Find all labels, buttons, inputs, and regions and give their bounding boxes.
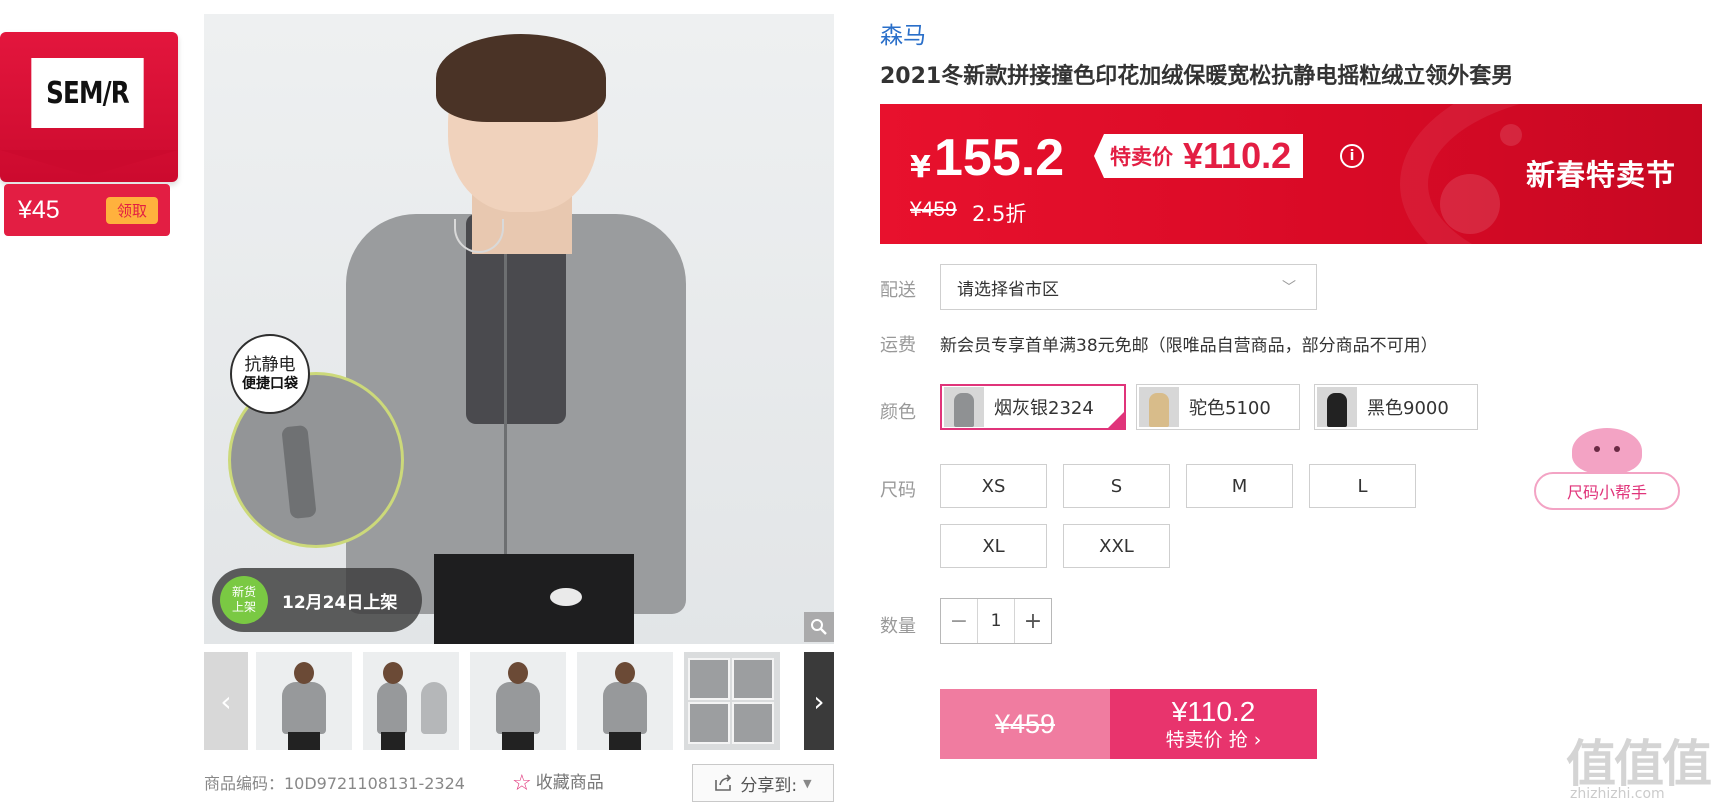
delivery-label: 配送 <box>880 280 916 301</box>
quantity-input[interactable]: 1 <box>977 599 1015 643</box>
size-option-l[interactable]: L <box>1309 464 1416 508</box>
shipping-label: 运费 <box>880 335 916 356</box>
new-arrival-dot: 新货 上架 <box>220 576 268 624</box>
price-currency: ¥ <box>910 150 931 185</box>
banner-decoration-dot <box>1440 174 1500 234</box>
quantity-stepper: − 1 + <box>940 598 1052 644</box>
color-option-camel[interactable]: 驼色5100 <box>1136 384 1300 430</box>
new-arrival-date: 12月24日上架 <box>282 593 398 613</box>
size-label: 尺码 <box>880 480 916 501</box>
size-option-xxl[interactable]: XXL <box>1063 524 1170 568</box>
thumbnail-5[interactable] <box>684 652 780 750</box>
thumbnail-4[interactable] <box>577 652 673 750</box>
main-product-image[interactable]: 抗静电 便捷口袋 新货 上架 12月24日上架 <box>204 14 834 644</box>
chevron-right-icon[interactable]: › <box>804 652 834 750</box>
coupon-amount: ¥45 <box>18 196 60 224</box>
feature-badge-line2: 便捷口袋 <box>242 376 298 392</box>
banner-decoration-dot <box>1500 124 1522 146</box>
chevron-left-icon[interactable]: ‹ <box>204 652 248 750</box>
mascot-icon <box>1572 428 1642 474</box>
new-arrival-badge: 新货 上架 12月24日上架 <box>212 568 422 632</box>
color-label: 颜色 <box>880 402 916 423</box>
brand-logo: SEM/R <box>31 58 144 128</box>
buy-price: ¥110.2 <box>1171 696 1256 727</box>
coupon-strip: ¥45 领取 <box>4 184 170 236</box>
favorite-label: 收藏商品 <box>535 773 604 793</box>
zipper-illustration <box>504 244 507 604</box>
size-option-s[interactable]: S <box>1063 464 1170 508</box>
plus-button[interactable]: + <box>1015 599 1051 643</box>
color-option-black[interactable]: 黑色9000 <box>1314 384 1478 430</box>
color-swatch <box>944 387 984 427</box>
shipping-info: 新会员专享首单满38元免邮（限唯品自营商品，部分商品不可用） <box>940 336 1438 356</box>
color-option-label: 烟灰银2324 <box>994 398 1094 419</box>
quantity-label: 数量 <box>880 616 916 637</box>
share-icon <box>715 774 732 791</box>
checkmark-icon <box>1106 410 1126 430</box>
buy-button[interactable]: ¥459 ¥110.2 特卖价 抢 › <box>940 689 1317 759</box>
price-banner: ¥ 155.2 特卖价 ¥110.2 i ¥459 2.5折 新春特卖节 <box>880 104 1702 244</box>
color-swatch <box>1139 387 1179 427</box>
chevron-down-icon: ﹀ <box>1282 280 1296 296</box>
star-icon: ☆ <box>512 771 532 796</box>
pants-logo-illustration <box>550 588 582 606</box>
share-label: 分享到: <box>740 775 798 796</box>
feature-badge-line1: 抗静电 <box>244 355 296 375</box>
color-swatch <box>1317 387 1357 427</box>
buy-now-button[interactable]: ¥110.2 特卖价 抢 › <box>1110 689 1317 759</box>
region-select[interactable]: 请选择省市区 ﹀ <box>940 264 1317 310</box>
special-price-tag: 特卖价 ¥110.2 <box>1094 134 1304 178</box>
model-hair <box>436 34 606 122</box>
thumbnail-1[interactable] <box>256 652 352 750</box>
favorite-button[interactable]: ☆ 收藏商品 <box>512 768 604 796</box>
buy-original-price: ¥459 <box>940 689 1110 759</box>
special-price-label: 特卖价 <box>1110 145 1173 169</box>
share-button[interactable]: 分享到: ▼ <box>692 764 834 802</box>
brand-card-notch <box>0 150 178 176</box>
pants-illustration <box>434 554 634 644</box>
product-code: 商品编码：10D9721108131-2324 <box>204 774 465 793</box>
discount-label: 2.5折 <box>972 202 1027 226</box>
brand-link[interactable]: 森马 <box>880 16 926 50</box>
festival-label: 新春特卖节 <box>1526 158 1677 192</box>
color-option-smoke-silver[interactable]: 烟灰银2324 <box>940 384 1126 430</box>
size-option-xs[interactable]: XS <box>940 464 1047 508</box>
region-select-placeholder: 请选择省市区 <box>957 279 1059 300</box>
color-option-label: 黑色9000 <box>1367 398 1449 419</box>
current-price: 155.2 <box>934 129 1065 187</box>
product-title: 2021冬新款拼接撞色印花加绒保暖宽松抗静电摇粒绒立领外套男 <box>880 64 1514 89</box>
minus-button[interactable]: − <box>941 599 977 643</box>
new-arrival-line1: 新货 <box>231 585 256 599</box>
size-option-m[interactable]: M <box>1186 464 1293 508</box>
coupon-get-button[interactable]: 领取 <box>106 197 158 224</box>
caret-down-icon: ▼ <box>803 776 812 790</box>
thumbnail-3[interactable] <box>470 652 566 750</box>
watermark-url: zhizhizhi.com <box>1570 786 1665 802</box>
thumbnail-2[interactable] <box>363 652 459 750</box>
size-helper-label: 尺码小帮手 <box>1534 472 1680 510</box>
size-helper-button[interactable]: 尺码小帮手 <box>1534 428 1680 510</box>
size-option-xl[interactable]: XL <box>940 524 1047 568</box>
new-arrival-line2: 上架 <box>231 600 256 614</box>
info-icon[interactable]: i <box>1340 144 1364 168</box>
special-price-value: ¥110.2 <box>1183 135 1292 176</box>
original-price: ¥459 <box>910 198 957 221</box>
feature-badge: 抗静电 便捷口袋 <box>230 334 310 414</box>
color-option-label: 驼色5100 <box>1189 398 1271 419</box>
buy-action-label: 特卖价 抢 › <box>1165 729 1262 751</box>
magnifier-icon[interactable] <box>804 612 834 642</box>
thumbnail-strip: ‹ › <box>204 652 834 750</box>
